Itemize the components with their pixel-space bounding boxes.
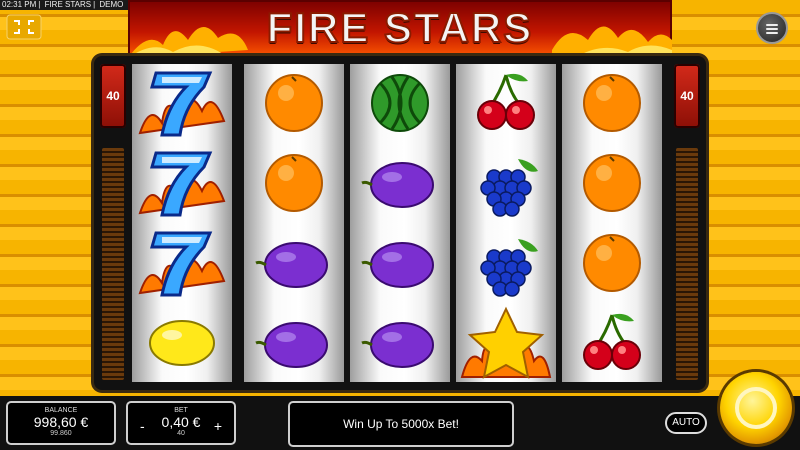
bet-value: 0,40 € xyxy=(161,414,201,430)
plum-icon xyxy=(350,143,450,223)
bet-panel: BET - 0,40 € + 40 xyxy=(126,401,236,445)
right-meter xyxy=(676,148,698,380)
plum-icon xyxy=(350,223,450,303)
reel-4 xyxy=(456,64,556,382)
balance-panel: BALANCE 998,60 € 99.860 xyxy=(6,401,116,445)
auto-button[interactable]: AUTO xyxy=(665,412,707,434)
balance-label: BALANCE xyxy=(44,407,78,414)
bet-label: BET xyxy=(174,407,188,414)
spin-icon[interactable] xyxy=(720,372,792,444)
bet-increase-button[interactable]: + xyxy=(214,418,222,434)
balance-credits: 99.860 xyxy=(50,430,72,437)
orange-icon xyxy=(244,63,344,143)
win-message: Win Up To 5000x Bet! xyxy=(343,417,459,431)
orange-icon xyxy=(562,143,662,223)
reel-2 xyxy=(244,64,344,382)
right-line-indicator: 40 xyxy=(674,64,700,382)
mode-label: DEMO xyxy=(99,0,124,9)
reel-frame: 40 40 xyxy=(94,56,706,390)
game-title: FIRE STARS xyxy=(266,3,534,52)
hamburger-menu-icon[interactable] xyxy=(756,12,788,44)
orange-icon xyxy=(562,223,662,303)
left-line-indicator: 40 xyxy=(100,64,126,382)
seven-icon xyxy=(132,63,232,143)
fullscreen-icon[interactable] xyxy=(6,14,42,40)
balance-value: 998,60 € xyxy=(33,414,89,430)
left-meter xyxy=(102,148,124,380)
reel-5 xyxy=(562,64,662,382)
bet-decrease-button[interactable]: - xyxy=(140,418,145,434)
seven-icon xyxy=(132,143,232,223)
lemon-icon xyxy=(132,303,232,383)
orange-icon xyxy=(562,63,662,143)
plum-icon xyxy=(350,303,450,383)
game-name: FIRE STARS xyxy=(44,0,92,9)
seven-icon xyxy=(132,223,232,303)
grapes-icon xyxy=(456,223,556,303)
game-header: FIRE STARS xyxy=(128,0,672,58)
right-lines-badge: 40 xyxy=(674,64,700,128)
cherry-icon xyxy=(456,63,556,143)
plum-icon xyxy=(244,223,344,303)
clock: 02:31 PM xyxy=(2,0,37,9)
reel-1 xyxy=(132,64,232,382)
plum-icon xyxy=(244,303,344,383)
grapes-icon xyxy=(456,143,556,223)
watermelon-icon xyxy=(350,63,450,143)
reel-3 xyxy=(350,64,450,382)
message-panel: Win Up To 5000x Bet! xyxy=(288,401,514,447)
cherry-icon xyxy=(562,303,662,383)
left-lines-badge: 40 xyxy=(100,64,126,128)
orange-icon xyxy=(244,143,344,223)
star-icon xyxy=(456,303,556,383)
